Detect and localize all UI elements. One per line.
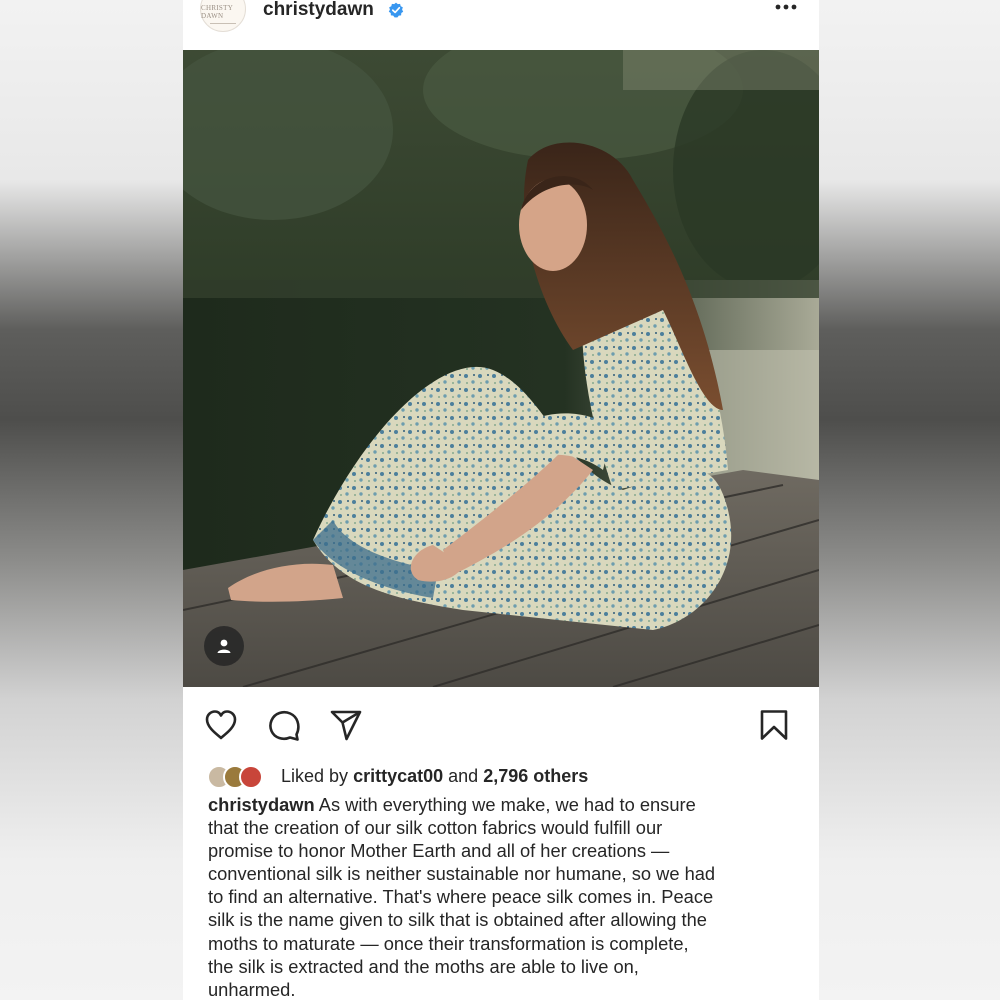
likes-user-link[interactable]: crittycat00: [353, 766, 443, 786]
tagged-users-button[interactable]: [204, 626, 244, 666]
post-action-bar: [183, 700, 819, 748]
caption-text: As with everything we make, we had to en…: [318, 794, 696, 815]
post-image[interactable]: [183, 50, 819, 687]
caption-line: to find an alternative. That's where pea…: [208, 886, 714, 908]
caption-line: that the creation of our silk cotton fab…: [208, 817, 663, 839]
caption-line: the silk is extracted and the moths are …: [208, 955, 639, 977]
instagram-post-card: CHRISTY DAWN christydawn Liked by critty…: [183, 0, 819, 1000]
post-photo-illustration: [183, 50, 819, 687]
send-icon[interactable]: [329, 708, 363, 742]
caption-line: conventional silk is neither sustainable…: [208, 863, 716, 885]
verified-badge-icon: [388, 2, 404, 18]
bookmark-icon[interactable]: [757, 708, 791, 742]
liker-avatar[interactable]: [239, 765, 263, 789]
avatar-logo-text: CHRISTY DAWN: [201, 4, 233, 20]
likes-row: Liked by crittycat00 and 2,796 others: [207, 763, 807, 791]
likes-others-link[interactable]: 2,796 others: [483, 766, 588, 786]
caption-line: unharmed.: [208, 978, 296, 1000]
post-header: CHRISTY DAWN christydawn: [183, 0, 819, 50]
post-username[interactable]: christydawn: [263, 0, 374, 21]
caption-author[interactable]: christydawn: [208, 794, 315, 815]
caption-line: christydawn As with everything we make, …: [208, 793, 798, 816]
heart-icon[interactable]: [204, 708, 238, 742]
caption-line: promise to honor Mother Earth and all of…: [208, 840, 670, 862]
caption-line: silk is the name given to silk that is o…: [208, 909, 707, 931]
comment-icon[interactable]: [267, 708, 301, 742]
caption-line: moths to maturate — once their transform…: [208, 932, 689, 954]
more-options-icon[interactable]: [773, 0, 799, 18]
user-tag-icon: [217, 639, 231, 653]
post-caption: christydawn As with everything we make, …: [208, 793, 798, 1000]
avatar-logo-divider: [210, 23, 236, 24]
likes-prefix: Liked by: [281, 766, 349, 786]
likes-middle: and: [448, 766, 479, 786]
likes-summary[interactable]: Liked by crittycat00 and 2,796 others: [281, 766, 588, 787]
profile-avatar[interactable]: CHRISTY DAWN: [200, 0, 246, 32]
